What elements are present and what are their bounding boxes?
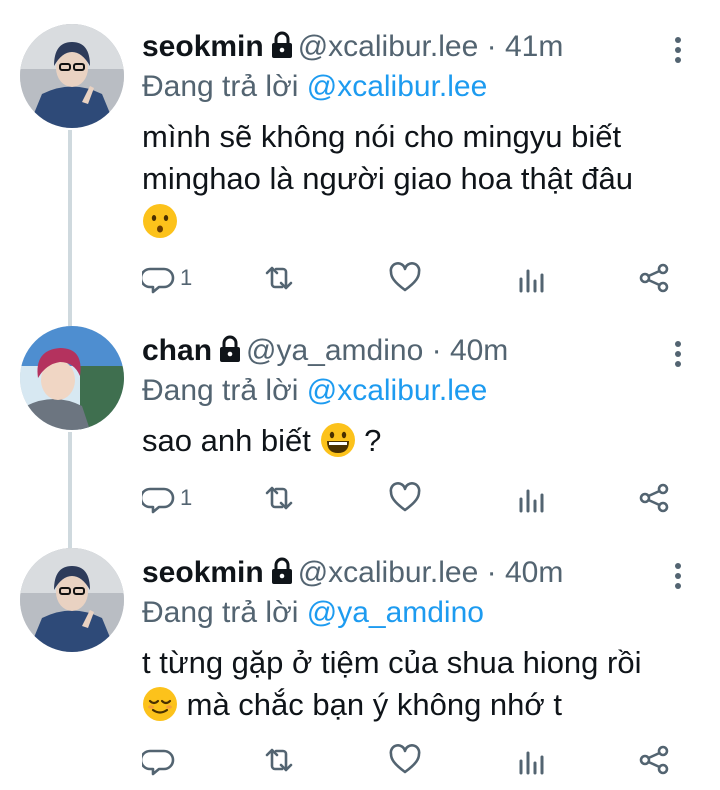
user-handle[interactable]: @ya_amdino [246, 334, 423, 367]
more-options-icon[interactable] [666, 32, 690, 68]
relieved-face-emoji [143, 687, 177, 721]
analytics-button[interactable] [515, 258, 549, 298]
timestamp[interactable]: 40m [450, 334, 508, 367]
lock-icon [271, 31, 292, 58]
replying-to: Đang trả lời @xcalibur.lee [142, 372, 487, 410]
replying-label: Đang trả lời [142, 70, 299, 103]
separator: · [486, 30, 497, 63]
avatar-image [20, 326, 124, 430]
reply-icon [142, 487, 175, 514]
replying-to: Đang trả lời @xcalibur.lee [142, 68, 487, 106]
analytics-button[interactable] [515, 740, 549, 780]
tweet[interactable]: seokmin @xcalibur.lee · 40m Đang trả lời … [0, 548, 720, 790]
like-icon [389, 482, 421, 512]
tweet-actions: 1 [0, 258, 720, 298]
tweet-text-part: sao anh biết [142, 423, 311, 458]
tweet-header: chan @ya_amdino · 40m [142, 332, 508, 370]
retweet-icon [265, 748, 293, 772]
tweet-header: seokmin @xcalibur.lee · 41m [142, 28, 563, 66]
reply-icon [142, 267, 175, 294]
tweet-text-line: mà chắc bạn ý không nhớ t [142, 684, 702, 726]
retweet-icon [265, 266, 293, 290]
analytics-button[interactable] [515, 478, 549, 518]
tweet-text-line: t từng gặp ở tiệm của shua hiong rồi [142, 645, 642, 680]
avatar-image [20, 548, 124, 652]
retweet-icon [265, 486, 293, 510]
tweet-actions [0, 740, 720, 780]
tweet-text: mình sẽ không nói cho mingyu biết mingha… [142, 116, 702, 243]
reply-count: 1 [180, 265, 193, 290]
more-options-icon[interactable] [666, 558, 690, 594]
kissing-face-emoji [143, 204, 177, 238]
timestamp[interactable]: 40m [505, 556, 563, 589]
share-button[interactable] [637, 258, 671, 298]
display-name[interactable]: seokmin [142, 556, 264, 589]
retweet-button[interactable] [262, 258, 296, 298]
tweet[interactable]: chan @ya_amdino · 40m Đang trả lời @xcali… [0, 326, 720, 536]
tweet-text-line: mình sẽ không nói cho mingyu biết [142, 119, 622, 154]
avatar-image [20, 24, 124, 128]
separator: · [431, 334, 442, 367]
replying-mention[interactable]: @xcalibur.lee [307, 70, 488, 103]
avatar[interactable] [20, 548, 124, 652]
tweet-header: seokmin @xcalibur.lee · 40m [142, 554, 563, 592]
reply-button[interactable]: 1 [142, 258, 192, 298]
tweet[interactable]: seokmin @xcalibur.lee · 41m Đang trả lời … [0, 22, 720, 312]
user-handle[interactable]: @xcalibur.lee [298, 556, 479, 589]
like-icon [389, 262, 421, 292]
avatar[interactable] [20, 326, 124, 430]
display-name[interactable]: seokmin [142, 30, 264, 63]
analytics-icon [519, 751, 544, 775]
like-button[interactable] [388, 478, 422, 518]
display-name[interactable]: chan [142, 334, 212, 367]
like-button[interactable] [388, 740, 422, 780]
user-handle[interactable]: @xcalibur.lee [298, 30, 479, 63]
lock-icon [271, 557, 292, 584]
share-button[interactable] [637, 740, 671, 780]
tweet-text-part: ? [364, 423, 382, 458]
share-button[interactable] [637, 478, 671, 518]
avatar[interactable] [20, 24, 124, 128]
replying-label: Đang trả lời [142, 596, 299, 629]
grinning-face-emoji [320, 423, 355, 457]
replying-to: Đang trả lời @ya_amdino [142, 594, 484, 632]
tweet-text-part: mà chắc bạn ý không nhớ t [186, 687, 562, 722]
lock-icon [220, 335, 241, 362]
share-icon [639, 263, 669, 293]
retweet-button[interactable] [262, 740, 296, 780]
separator: · [486, 556, 497, 589]
tweet-text: t từng gặp ở tiệm của shua hiong rồi mà … [142, 642, 702, 726]
tweet-actions: 1 [0, 478, 720, 518]
tweet-text: sao anh biết ? [142, 420, 702, 462]
reply-icon [142, 749, 175, 776]
analytics-icon [519, 489, 544, 513]
share-icon [639, 483, 669, 513]
reply-button[interactable]: 1 [142, 478, 192, 518]
reply-button[interactable] [142, 740, 180, 780]
replying-mention[interactable]: @xcalibur.lee [307, 374, 488, 407]
more-options-icon[interactable] [666, 336, 690, 372]
like-button[interactable] [388, 258, 422, 298]
share-icon [639, 745, 669, 775]
replying-label: Đang trả lời [142, 374, 299, 407]
analytics-icon [519, 269, 544, 293]
timestamp[interactable]: 41m [505, 30, 563, 63]
reply-count: 1 [180, 485, 193, 510]
tweet-text-line: minghao là người giao hoa thật đâu [142, 161, 633, 196]
like-icon [389, 744, 421, 774]
replying-mention[interactable]: @ya_amdino [307, 596, 484, 629]
retweet-button[interactable] [262, 478, 296, 518]
